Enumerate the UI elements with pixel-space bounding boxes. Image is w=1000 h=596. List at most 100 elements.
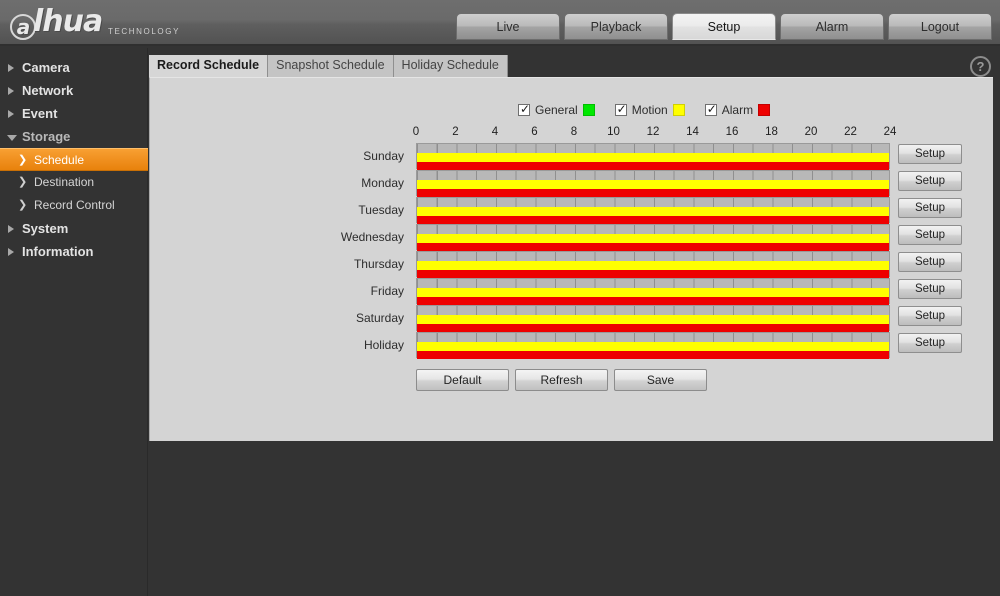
nav-tab-logout[interactable]: Logout bbox=[888, 13, 992, 40]
hour-gridlines bbox=[417, 333, 889, 342]
schedule-row: HolidaySetup bbox=[416, 332, 890, 359]
nav-tab-setup[interactable]: Setup bbox=[672, 13, 776, 40]
band-alarm[interactable] bbox=[417, 216, 889, 224]
band-motion[interactable] bbox=[417, 234, 889, 243]
band-alarm[interactable] bbox=[417, 162, 889, 170]
sidebar-item-record-control[interactable]: ❯ Record Control bbox=[0, 194, 147, 217]
day-label: Wednesday bbox=[204, 230, 404, 244]
band-alarm[interactable] bbox=[417, 297, 889, 305]
band-motion[interactable] bbox=[417, 180, 889, 189]
band-general[interactable] bbox=[417, 171, 889, 180]
setup-button[interactable]: Setup bbox=[898, 306, 962, 326]
legend-item-alarm[interactable]: Alarm bbox=[705, 103, 770, 117]
schedule-row: MondaySetup bbox=[416, 170, 890, 197]
schedule-row: TuesdaySetup bbox=[416, 197, 890, 224]
axis-tick-label: 14 bbox=[686, 126, 699, 138]
band-alarm[interactable] bbox=[417, 243, 889, 251]
hour-gridlines bbox=[417, 252, 889, 261]
setup-button[interactable]: Setup bbox=[898, 252, 962, 272]
setup-button[interactable]: Setup bbox=[898, 279, 962, 299]
day-timeline[interactable] bbox=[416, 143, 890, 169]
band-general[interactable] bbox=[417, 252, 889, 261]
nav-tab-alarm[interactable]: Alarm bbox=[780, 13, 884, 40]
day-timeline[interactable] bbox=[416, 251, 890, 277]
band-motion[interactable] bbox=[417, 315, 889, 324]
legend-label: Alarm bbox=[722, 103, 753, 117]
band-motion[interactable] bbox=[417, 207, 889, 216]
sidebar-item-system[interactable]: System bbox=[0, 217, 147, 240]
day-timeline[interactable] bbox=[416, 332, 890, 358]
day-label: Thursday bbox=[204, 257, 404, 271]
legend-label: Motion bbox=[632, 103, 668, 117]
band-general[interactable] bbox=[417, 198, 889, 207]
color-swatch-alarm bbox=[758, 104, 770, 116]
sidebar-item-label: Network bbox=[22, 83, 73, 98]
band-motion[interactable] bbox=[417, 153, 889, 162]
day-timeline[interactable] bbox=[416, 170, 890, 196]
checkbox-motion[interactable] bbox=[615, 104, 627, 116]
setup-button[interactable]: Setup bbox=[898, 144, 962, 164]
sidebar-item-event[interactable]: Event bbox=[0, 102, 147, 125]
chevron-right-icon bbox=[8, 225, 14, 233]
band-general[interactable] bbox=[417, 306, 889, 315]
band-motion[interactable] bbox=[417, 261, 889, 270]
save-button[interactable]: Save bbox=[614, 369, 707, 391]
day-timeline[interactable] bbox=[416, 197, 890, 223]
refresh-button[interactable]: Refresh bbox=[515, 369, 608, 391]
axis-tick-label: 2 bbox=[452, 126, 458, 138]
band-general[interactable] bbox=[417, 144, 889, 153]
band-general[interactable] bbox=[417, 225, 889, 234]
sidebar: Camera Network EventStorage ❯ Schedule ❯Desti… bbox=[0, 48, 148, 596]
day-label: Sunday bbox=[204, 149, 404, 163]
sidebar-item-label: Schedule bbox=[34, 153, 84, 167]
schedule-row: SaturdaySetup bbox=[416, 305, 890, 332]
tab-holiday-schedule[interactable]: Holiday Schedule bbox=[394, 55, 508, 77]
nav-tab-live[interactable]: Live bbox=[456, 13, 560, 40]
axis-tick-label: 0 bbox=[413, 126, 419, 138]
legend-item-general[interactable]: General bbox=[518, 103, 595, 117]
checkbox-general[interactable] bbox=[518, 104, 530, 116]
day-timeline[interactable] bbox=[416, 224, 890, 250]
band-motion[interactable] bbox=[417, 288, 889, 297]
default-button[interactable]: Default bbox=[416, 369, 509, 391]
legend-item-motion[interactable]: Motion bbox=[615, 103, 685, 117]
sidebar-item-camera[interactable]: Camera bbox=[0, 56, 147, 79]
schedule-row: ThursdaySetup bbox=[416, 251, 890, 278]
setup-button[interactable]: Setup bbox=[898, 171, 962, 191]
setup-button[interactable]: Setup bbox=[898, 225, 962, 245]
axis-tick-label: 4 bbox=[492, 126, 498, 138]
help-icon[interactable]: ? bbox=[970, 56, 991, 77]
sidebar-item-network[interactable]: Network bbox=[0, 79, 147, 102]
band-alarm[interactable] bbox=[417, 324, 889, 332]
axis-tick-label: 16 bbox=[726, 126, 739, 138]
hour-gridlines bbox=[417, 225, 889, 234]
day-timeline[interactable] bbox=[416, 278, 890, 304]
sidebar-item-storage[interactable]: Storage bbox=[0, 125, 147, 148]
day-label: Friday bbox=[204, 284, 404, 298]
setup-button[interactable]: Setup bbox=[898, 198, 962, 218]
chevron-right-icon: ❯ bbox=[18, 177, 27, 188]
chevron-right-icon bbox=[8, 248, 14, 256]
chevron-right-icon: ❯ bbox=[18, 200, 27, 211]
band-alarm[interactable] bbox=[417, 351, 889, 359]
nav-tab-playback[interactable]: Playback bbox=[564, 13, 668, 40]
band-alarm[interactable] bbox=[417, 189, 889, 197]
checkbox-alarm[interactable] bbox=[705, 104, 717, 116]
tab-record-schedule[interactable]: Record Schedule bbox=[149, 55, 268, 77]
band-general[interactable] bbox=[417, 333, 889, 342]
chevron-right-icon: ❯ bbox=[18, 155, 27, 166]
sidebar-item-label: Record Control bbox=[34, 198, 115, 212]
schedule-row: FridaySetup bbox=[416, 278, 890, 305]
content-tabs: Record ScheduleSnapshot ScheduleHoliday … bbox=[149, 55, 508, 77]
sidebar-item-information[interactable]: Information bbox=[0, 240, 147, 263]
setup-button[interactable]: Setup bbox=[898, 333, 962, 353]
band-motion[interactable] bbox=[417, 342, 889, 351]
sidebar-item-schedule[interactable]: ❯ Schedule bbox=[0, 148, 148, 171]
band-general[interactable] bbox=[417, 279, 889, 288]
schedule-legend: General Motion Alarm bbox=[518, 103, 770, 117]
band-alarm[interactable] bbox=[417, 270, 889, 278]
sidebar-item-label: Camera bbox=[22, 60, 70, 75]
sidebar-item-destination[interactable]: ❯Destination bbox=[0, 171, 147, 194]
tab-snapshot-schedule[interactable]: Snapshot Schedule bbox=[268, 55, 393, 77]
day-timeline[interactable] bbox=[416, 305, 890, 331]
